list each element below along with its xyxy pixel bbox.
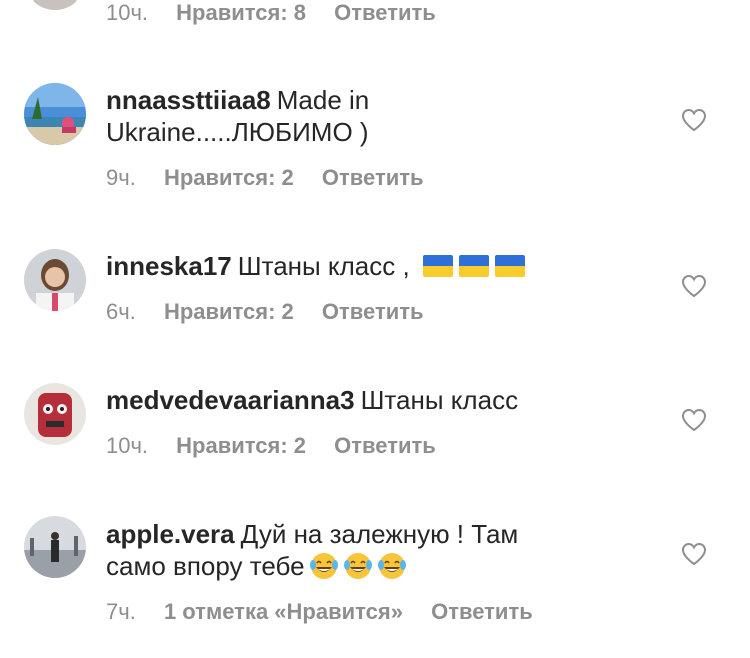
comment-body: Штаны класс	[360, 385, 519, 415]
comment-meta: 10ч. Нравится: 2 Ответить	[106, 432, 458, 460]
likes-count[interactable]: Нравится: 2	[164, 299, 294, 324]
comment-time: 6ч.	[106, 299, 136, 324]
reply-button[interactable]: Ответить	[322, 165, 424, 190]
tears-of-joy-emoji-icon	[343, 553, 372, 579]
tears-of-joy-emoji-icon	[309, 553, 338, 579]
comment-text: inneska17 Штаны класс ,	[106, 250, 646, 282]
likes-count[interactable]: Нравится: 2	[176, 433, 306, 458]
reply-button[interactable]: Ответить	[322, 299, 424, 324]
comment-username[interactable]: inneska17	[106, 251, 232, 281]
comment-body-line1: Made in	[276, 85, 370, 115]
comment-body: Штаны класс ,	[237, 251, 410, 281]
likes-count[interactable]: Нравится: 2	[164, 165, 294, 190]
heart-icon[interactable]	[681, 274, 707, 298]
comment-meta: 6ч. Нравится: 2 Ответить	[106, 298, 446, 326]
ukraine-flag-icon	[494, 255, 525, 277]
reply-button[interactable]: Ответить	[334, 0, 436, 25]
comment-time: 9ч.	[106, 165, 136, 190]
avatar[interactable]	[24, 0, 86, 10]
comment-body-line2: Ukraine.....ЛЮБИМО )	[106, 117, 369, 147]
comment-body-line2: само впору тебе	[106, 551, 305, 581]
comment-text: nnaassttiiaa8 Made in Ukraine.....ЛЮБИМО …	[106, 84, 646, 148]
comment-time: 10ч.	[106, 433, 149, 458]
ukraine-flag-icon	[458, 255, 489, 277]
comment-body-line1: Дуй на залежную ! Там	[240, 519, 519, 549]
comment-time: 7ч.	[106, 599, 136, 624]
comment-username[interactable]: apple.vera	[106, 519, 235, 549]
comment-text: medvedevaarianna3 Штаны класс	[106, 384, 646, 416]
heart-icon[interactable]	[681, 108, 707, 132]
reply-button[interactable]: Ответить	[431, 599, 533, 624]
ukraine-flag-icon	[422, 255, 453, 277]
comment-username[interactable]: medvedevaarianna3	[106, 385, 355, 415]
avatar[interactable]	[24, 383, 86, 445]
tears-of-joy-emoji-icon	[377, 553, 406, 579]
comment-meta: 7ч. 1 отметка «Нравится» Ответить	[106, 598, 555, 626]
comment-text: apple.vera Дуй на залежную ! Там само впо…	[106, 518, 646, 582]
comment-time: 10ч.	[106, 0, 149, 25]
comment-meta: 9ч. Нравится: 2 Ответить	[106, 164, 446, 192]
heart-icon[interactable]	[681, 408, 707, 432]
likes-count[interactable]: Нравится: 8	[176, 0, 306, 25]
avatar[interactable]	[24, 83, 86, 145]
avatar[interactable]	[24, 516, 86, 578]
reply-button[interactable]: Ответить	[334, 433, 436, 458]
likes-count[interactable]: 1 отметка «Нравится»	[164, 599, 403, 624]
comment-meta: 10ч. Нравится: 8 Ответить	[106, 0, 458, 27]
heart-icon[interactable]	[681, 542, 707, 566]
avatar[interactable]	[24, 249, 86, 311]
comment-username[interactable]: nnaassttiiaa8	[106, 85, 271, 115]
